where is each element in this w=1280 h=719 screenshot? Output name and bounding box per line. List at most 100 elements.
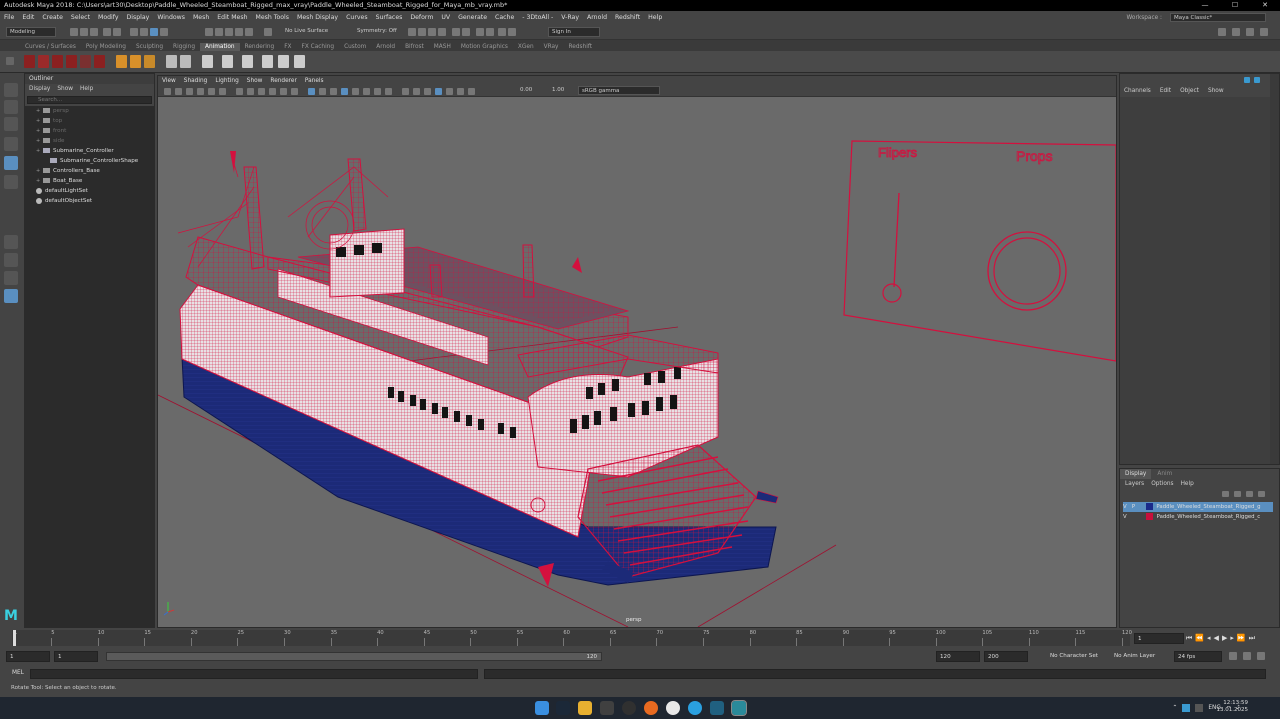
go-to-start-icon[interactable]: ⏮	[1186, 634, 1192, 643]
constraint-icon[interactable]	[262, 55, 273, 68]
current-frame-field[interactable]: 1	[1134, 633, 1184, 644]
aa-icon[interactable]	[413, 88, 420, 95]
light-editor-icon[interactable]	[508, 28, 516, 36]
channel-box-menu-show[interactable]: Show	[1208, 88, 1224, 94]
play-backward-icon[interactable]: ◀	[1214, 634, 1219, 643]
grid-icon[interactable]	[219, 88, 226, 95]
menu-mesh-tools[interactable]: Mesh Tools	[252, 14, 294, 21]
range-bar[interactable]: 120	[106, 652, 602, 661]
menu-redshift[interactable]: Redshift	[611, 14, 644, 21]
menu-3dtoall[interactable]: - 3DtoAll -	[518, 14, 557, 21]
menu-modify[interactable]: Modify	[94, 14, 123, 21]
outliner-item[interactable]: + Submarine_Controller	[25, 146, 154, 156]
new-scene-icon[interactable]	[70, 28, 78, 36]
3ds-max-icon[interactable]	[710, 701, 724, 715]
props-ring-inner[interactable]	[993, 237, 1061, 305]
outliner-search-input[interactable]: Search...	[27, 96, 152, 104]
dope-sheet-icon[interactable]	[94, 55, 105, 68]
layer-tab-display[interactable]: Display	[1120, 469, 1152, 479]
shelf-menu-icon[interactable]	[6, 57, 14, 65]
clock[interactable]: 12:13:59 13.01.2025	[1217, 700, 1249, 714]
menu-curves[interactable]: Curves	[342, 14, 371, 21]
outliner-item[interactable]: + persp	[25, 106, 154, 116]
snap-curve-icon[interactable]	[205, 28, 213, 36]
tray-app-icon[interactable]	[1182, 704, 1191, 712]
shelf-tab-bifrost[interactable]: Bifrost	[400, 43, 429, 51]
shelf-tab-arnold[interactable]: Arnold	[371, 43, 400, 51]
undo-icon[interactable]	[103, 28, 111, 36]
menu-vray[interactable]: V-Ray	[557, 14, 583, 21]
outliner-item[interactable]: + front	[25, 126, 154, 136]
menu-file[interactable]: File	[0, 14, 18, 21]
outliner-item[interactable]: + side	[25, 136, 154, 146]
wireframe-icon[interactable]	[308, 88, 315, 95]
render-settings-icon[interactable]	[428, 28, 436, 36]
shelf-tab-rendering[interactable]: Rendering	[240, 43, 280, 51]
safe-title-icon[interactable]	[291, 88, 298, 95]
command-input[interactable]	[30, 669, 478, 679]
viewport-menu-view[interactable]: View	[158, 76, 180, 86]
attach-path-icon[interactable]	[222, 55, 233, 68]
playback-end-field[interactable]: 120	[936, 651, 980, 662]
viewport-panel[interactable]: View Shading Lighting Show Renderer Pane…	[157, 75, 1117, 628]
tray-app-icon-2[interactable]	[1195, 704, 1204, 712]
modeling-toolkit-toggle-icon[interactable]	[1260, 28, 1268, 36]
menu-create[interactable]: Create	[38, 14, 67, 21]
minimize-button[interactable]: —	[1190, 0, 1220, 11]
media-player-icon[interactable]	[600, 701, 614, 715]
xray-joints-icon[interactable]	[457, 88, 464, 95]
layer-menu-help[interactable]: Help	[1181, 479, 1194, 489]
expand-toggle-icon[interactable]: +	[36, 126, 41, 136]
textured-icon[interactable]	[352, 88, 359, 95]
layer-menu-options[interactable]: Options	[1151, 479, 1173, 489]
layer-playback-toggle[interactable]: P	[1132, 504, 1135, 510]
mode-dropdown[interactable]: Modeling	[6, 27, 56, 37]
outliner-layout-icon[interactable]	[4, 289, 18, 303]
channel-box-menu-channels[interactable]: Channels	[1124, 88, 1151, 94]
snap-grid-icon[interactable]	[160, 28, 168, 36]
shelf-tab-redshift[interactable]: Redshift	[564, 43, 598, 51]
rotate-tool-icon[interactable]	[4, 156, 18, 170]
step-forward-key-icon[interactable]: ⏩	[1237, 634, 1246, 643]
outliner-menu-show[interactable]: Show	[57, 84, 73, 94]
shelf-tab-curves-surfaces[interactable]: Curves / Surfaces	[20, 43, 81, 51]
outliner-menu-display[interactable]: Display	[29, 84, 50, 94]
expand-toggle-icon[interactable]: +	[36, 136, 41, 146]
outliner-item[interactable]: + top	[25, 116, 154, 126]
live-surface-icon[interactable]	[264, 28, 272, 36]
shelf-tab-fx[interactable]: FX	[279, 43, 296, 51]
layer-color-swatch[interactable]	[1145, 503, 1153, 510]
ipr-render-icon[interactable]	[418, 28, 426, 36]
lock-camera-icon[interactable]	[175, 88, 182, 95]
safe-action-icon[interactable]	[280, 88, 287, 95]
shadows-icon[interactable]	[374, 88, 381, 95]
sign-in-button[interactable]: Sign In	[548, 27, 600, 37]
isolate-icon[interactable]	[435, 88, 442, 95]
default-material-icon[interactable]	[330, 88, 337, 95]
menu-deform[interactable]: Deform	[406, 14, 437, 21]
attribute-editor-icon[interactable]	[452, 28, 460, 36]
auto-key-icon[interactable]	[1243, 652, 1251, 660]
shelf-tab-fx-caching[interactable]: FX Caching	[297, 43, 340, 51]
select-hierarchy-icon[interactable]	[130, 28, 138, 36]
flipers-handle-control[interactable]	[882, 283, 902, 303]
ik-handle-icon[interactable]	[166, 55, 177, 68]
outliner-item[interactable]: + Boat_Base	[25, 176, 154, 186]
expand-toggle-icon[interactable]: +	[36, 166, 41, 176]
shelf-tab-rigging[interactable]: Rigging	[168, 43, 200, 51]
key-scale-icon[interactable]	[66, 55, 77, 68]
lights-icon[interactable]	[363, 88, 370, 95]
curve-path-icon[interactable]	[202, 55, 213, 68]
go-to-end-icon[interactable]: ⏭	[1249, 634, 1255, 643]
single-perspective-layout-icon[interactable]	[4, 235, 18, 249]
play-forward-icon[interactable]: ▶	[1222, 634, 1227, 643]
render-icon[interactable]	[408, 28, 416, 36]
tool-settings-toggle-icon[interactable]	[1246, 28, 1254, 36]
firefox-icon[interactable]	[644, 701, 658, 715]
smooth-shade-icon[interactable]	[319, 88, 326, 95]
start-icon[interactable]	[535, 701, 549, 715]
xray-icon[interactable]	[446, 88, 453, 95]
layer-row-geometry[interactable]: V P Paddle_Wheeled_Steamboat_Rigged_g	[1123, 502, 1273, 512]
attribute-editor-toggle-icon[interactable]	[1232, 28, 1240, 36]
new-empty-layer-icon[interactable]	[1246, 491, 1253, 497]
